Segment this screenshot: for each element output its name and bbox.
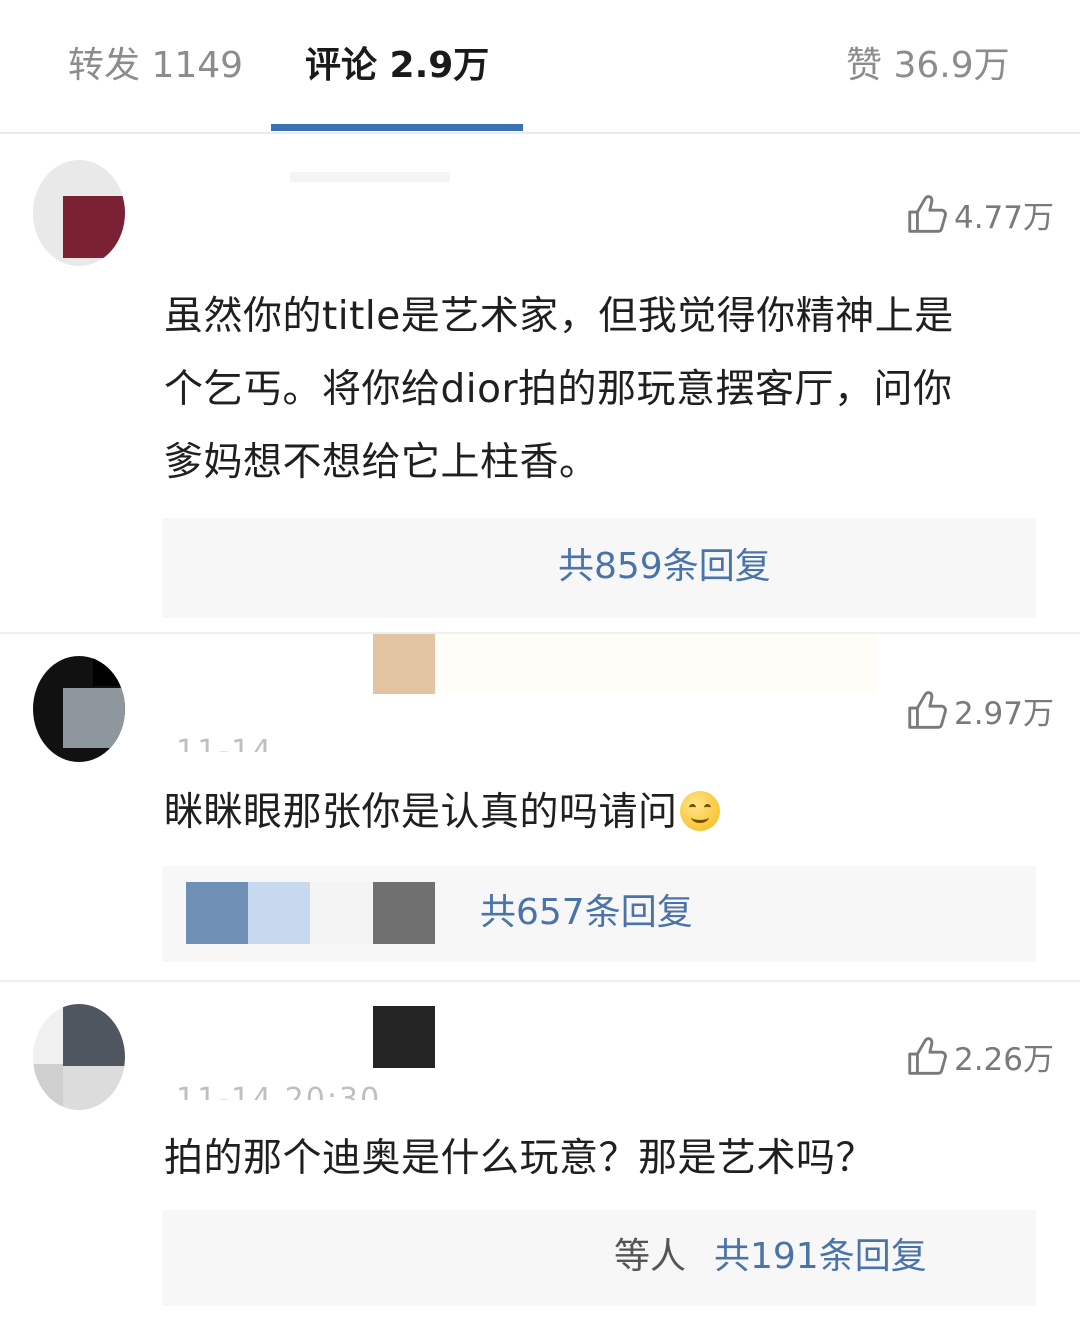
like-count: 2.26万 bbox=[953, 1041, 1054, 1078]
avatar[interactable] bbox=[33, 160, 125, 266]
thumbs-up-icon bbox=[908, 691, 947, 729]
thumbs-up-icon bbox=[908, 1037, 947, 1075]
view-replies-link[interactable]: 共191条回复 bbox=[714, 1232, 927, 1282]
name-tag-obscured bbox=[435, 634, 875, 694]
like-button[interactable]: 2.26万 bbox=[904, 1032, 1054, 1080]
comment-item: 11-14 20:30 2.26万 拍的那个迪奥是什么玩意？那是艺术吗？ 等人 … bbox=[0, 982, 1080, 1317]
username-obscured[interactable] bbox=[290, 172, 450, 182]
replier-names: 等人 bbox=[614, 1236, 687, 1277]
replier-avatar-obscured bbox=[373, 882, 435, 944]
tab-likes[interactable]: 赞 36.9万 bbox=[846, 40, 1010, 92]
comment-text: 拍的那个迪奥是什么玩意？那是艺术吗？ bbox=[164, 1122, 1044, 1195]
like-button[interactable]: 2.97万 bbox=[904, 686, 1054, 734]
comment-text-line: 爹妈想不想给它上柱香。 bbox=[164, 440, 599, 485]
view-replies-link[interactable]: 共657条回复 bbox=[480, 888, 693, 938]
replier-avatar-obscured bbox=[186, 882, 248, 944]
active-tab-indicator bbox=[271, 124, 523, 131]
replies-preview[interactable]: 等人 共191条回复 bbox=[162, 1210, 1036, 1306]
like-count: 4.77万 bbox=[953, 199, 1054, 236]
comment-time: 11-14 20:30 bbox=[176, 1082, 382, 1100]
comment-text-line: 拍的那个迪奥是什么玩意？那是艺术吗？ bbox=[164, 1136, 876, 1181]
replies-preview[interactable]: 共657条回复 bbox=[162, 866, 1036, 962]
comment-text-line: 个乞丐。将你给dior拍的那玩意摆客厅，问你 bbox=[164, 367, 953, 412]
username-obscured[interactable] bbox=[373, 634, 435, 694]
username-obscured[interactable] bbox=[373, 1006, 435, 1068]
replies-preview[interactable]: 共859条回复 bbox=[162, 518, 1036, 618]
tab-comments[interactable]: 评论 2.9万 bbox=[305, 40, 489, 92]
comment-text: 眯眯眼那张你是认真的吗请问 bbox=[164, 776, 1044, 849]
replier-avatar-obscured bbox=[310, 882, 372, 944]
comment-text-line: 虽然你的title是艺术家，但我觉得你精神上是 bbox=[164, 294, 954, 339]
comment-text-line: 眯眯眼那张你是认真的吗请问 bbox=[164, 790, 678, 835]
view-replies-link[interactable]: 共859条回复 bbox=[558, 542, 771, 592]
comment-item: 11-14 2.97万 眯眯眼那张你是认真的吗请问 共657条回复 bbox=[0, 634, 1080, 980]
avatar[interactable] bbox=[33, 1004, 125, 1110]
comment-time: 11-14 bbox=[176, 734, 274, 752]
thumbs-up-icon bbox=[908, 195, 947, 233]
like-count: 2.97万 bbox=[953, 695, 1054, 732]
comment-item: 4.77万 虽然你的title是艺术家，但我觉得你精神上是 个乞丐。将你给dio… bbox=[0, 134, 1080, 632]
like-button[interactable]: 4.77万 bbox=[904, 190, 1054, 238]
comment-text: 虽然你的title是艺术家，但我觉得你精神上是 个乞丐。将你给dior拍的那玩意… bbox=[164, 280, 1044, 499]
tab-repost[interactable]: 转发 1149 bbox=[68, 40, 243, 92]
smiling-face-emoji-icon bbox=[679, 791, 720, 831]
tab-bar: 转发 1149 评论 2.9万 赞 36.9万 bbox=[0, 0, 1080, 134]
replier-avatar-obscured bbox=[248, 882, 310, 944]
avatar[interactable] bbox=[33, 656, 125, 762]
